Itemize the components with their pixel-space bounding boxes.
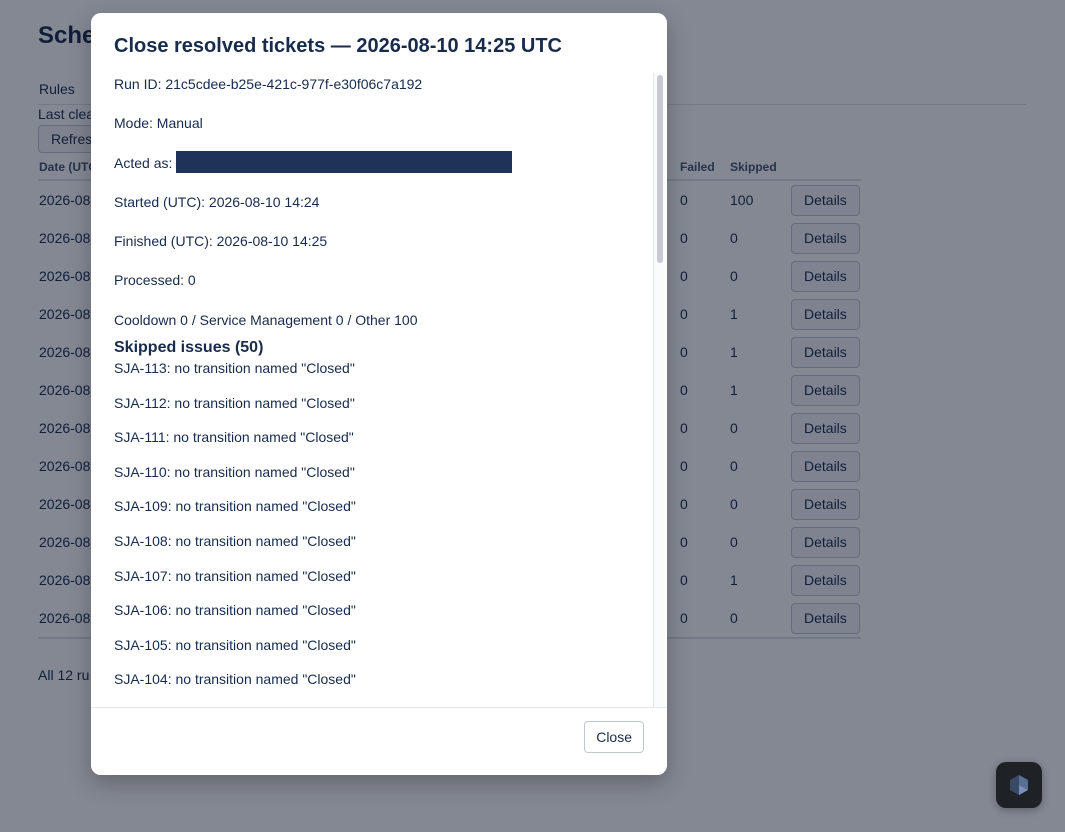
skipped-issues-heading: Skipped issues (50)	[114, 339, 264, 357]
skipped-issue-item: SJA-106: no transition named "Closed"	[114, 602, 356, 619]
finished-time: Finished (UTC): 2026-08-10 14:25	[114, 233, 328, 250]
skipped-issue-item: SJA-108: no transition named "Closed"	[114, 533, 356, 550]
modal-content: Run ID: 21c5cdee-b25e-421c-977f-e30f06c7…	[114, 73, 644, 707]
skipped-issue-item: SJA-107: no transition named "Closed"	[114, 567, 356, 584]
skipped-issues-list: SJA-113: no transition named "Closed" SJA…	[114, 358, 644, 707]
page: Sche Rules H Last clea Refres Date (UTC …	[0, 0, 1065, 832]
modal-footer: Close	[91, 707, 667, 775]
modal-scrollbar-thumb[interactable]	[657, 75, 663, 263]
skipped-issue-item: SJA-105: no transition named "Closed"	[114, 636, 356, 653]
skipped-issue-item: SJA-111: no transition named "Closed"	[114, 429, 354, 446]
help-launcher-icon	[1010, 775, 1028, 795]
skipped-issue-item: SJA-112: no transition named "Closed"	[114, 394, 355, 411]
acted-as-redacted-value	[176, 150, 513, 173]
skipped-issue-item: SJA-110: no transition named "Closed"	[114, 463, 355, 480]
started-time: Started (UTC): 2026-08-10 14:24	[114, 193, 320, 210]
close-button[interactable]: Close	[584, 721, 644, 753]
processed-count: Processed: 0	[114, 272, 196, 289]
skipped-issue-item: SJA-109: no transition named "Closed"	[114, 498, 356, 515]
acted-as: Acted as:	[114, 150, 644, 191]
run-mode: Mode: Manual	[114, 115, 203, 132]
help-launcher-button[interactable]	[996, 762, 1042, 808]
skipped-issue-item: SJA-104: no transition named "Closed"	[114, 671, 356, 688]
modal-body: Run ID: 21c5cdee-b25e-421c-977f-e30f06c7…	[91, 73, 667, 707]
acted-as-label: Acted as:	[114, 154, 173, 171]
skipped-issue-item: SJA-113: no transition named "Closed"	[114, 360, 355, 377]
modal-scrollbar[interactable]	[653, 73, 665, 707]
run-id: Run ID: 21c5cdee-b25e-421c-977f-e30f06c7…	[114, 76, 423, 92]
run-details-modal: Close resolved tickets — 2026-08-10 14:2…	[91, 13, 667, 775]
modal-title: Close resolved tickets — 2026-08-10 14:2…	[114, 35, 562, 57]
